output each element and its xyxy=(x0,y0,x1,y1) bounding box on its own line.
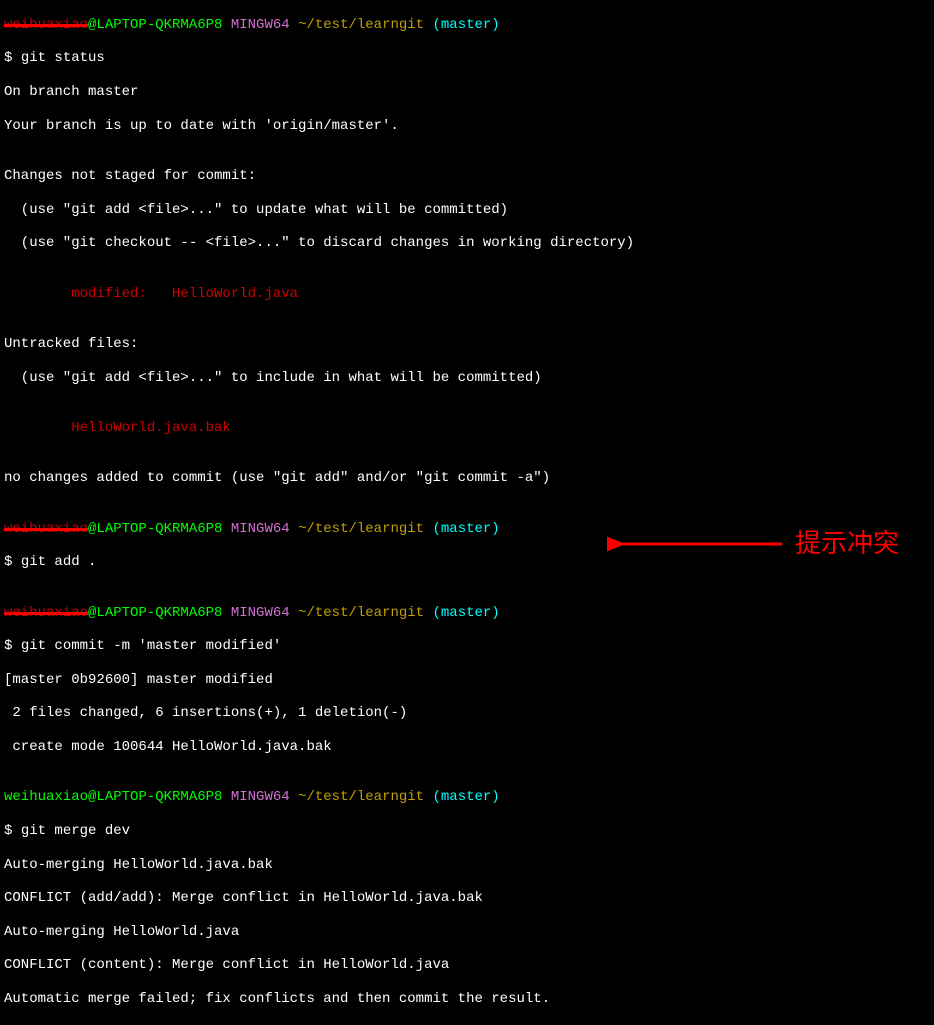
output-line: no changes added to commit (use "git add… xyxy=(4,470,930,487)
cwd-path: ~/test/learngit xyxy=(298,17,424,33)
prompt-symbol: $ xyxy=(4,823,21,839)
command-text: git status xyxy=(21,50,105,66)
username-redacted: weihuaxiao xyxy=(4,521,88,537)
git-branch: (master) xyxy=(433,521,500,537)
prompt-line: weihuaxiao@LAPTOP-QKRMA6P8 MINGW64 ~/tes… xyxy=(4,605,930,622)
prompt-symbol: $ xyxy=(4,554,21,570)
untracked-file: HelloWorld.java.bak xyxy=(4,420,930,437)
output-line: Auto-merging HelloWorld.java xyxy=(4,924,930,941)
cwd-path: ~/test/learngit xyxy=(298,789,424,805)
command-line: $ git merge dev xyxy=(4,823,930,840)
git-branch: (master) xyxy=(433,605,500,621)
hostname: @LAPTOP-QKRMA6P8 xyxy=(88,605,222,621)
hostname: @LAPTOP-QKRMA6P8 xyxy=(88,789,222,805)
output-line: create mode 100644 HelloWorld.java.bak xyxy=(4,739,930,756)
git-branch: (master) xyxy=(433,789,500,805)
username-redacted: weihuaxiao xyxy=(4,17,88,33)
annotation-callout: 提示冲突 xyxy=(607,528,899,559)
command-text: git add . xyxy=(21,554,97,570)
command-text: git merge dev xyxy=(21,823,130,839)
output-line: On branch master xyxy=(4,84,930,101)
output-line: Untracked files: xyxy=(4,336,930,353)
username-redacted: weihuaxiao xyxy=(4,605,88,621)
output-line: Changes not staged for commit: xyxy=(4,168,930,185)
output-line: CONFLICT (add/add): Merge conflict in He… xyxy=(4,890,930,907)
cwd-path: ~/test/learngit xyxy=(298,605,424,621)
prompt-symbol: $ xyxy=(4,638,21,654)
output-line: Your branch is up to date with 'origin/m… xyxy=(4,118,930,135)
username: weihuaxiao xyxy=(4,789,88,805)
command-line: $ git commit -m 'master modified' xyxy=(4,638,930,655)
modified-file: modified: HelloWorld.java xyxy=(4,286,930,303)
command-text: git commit -m 'master modified' xyxy=(21,638,281,654)
output-line: (use "git add <file>..." to update what … xyxy=(4,202,930,219)
output-line: [master 0b92600] master modified xyxy=(4,672,930,689)
command-line: $ git status xyxy=(4,50,930,67)
terminal[interactable]: weihuaxiao@LAPTOP-QKRMA6P8 MINGW64 ~/tes… xyxy=(0,0,934,1025)
shell-env: MINGW64 xyxy=(231,521,290,537)
prompt-line: weihuaxiao@LAPTOP-QKRMA6P8 MINGW64 ~/tes… xyxy=(4,17,930,34)
shell-env: MINGW64 xyxy=(231,17,290,33)
git-branch: (master) xyxy=(433,17,500,33)
shell-env: MINGW64 xyxy=(231,789,290,805)
output-line: (use "git checkout -- <file>..." to disc… xyxy=(4,235,930,252)
annotation-text: 提示冲突 xyxy=(795,528,899,559)
shell-env: MINGW64 xyxy=(231,605,290,621)
prompt-line: weihuaxiao@LAPTOP-QKRMA6P8 MINGW64 ~/tes… xyxy=(4,789,930,806)
cwd-path: ~/test/learngit xyxy=(298,521,424,537)
hostname: @LAPTOP-QKRMA6P8 xyxy=(88,17,222,33)
output-line: (use "git add <file>..." to include in w… xyxy=(4,370,930,387)
output-line: Auto-merging HelloWorld.java.bak xyxy=(4,857,930,874)
arrow-icon xyxy=(607,529,787,559)
prompt-symbol: $ xyxy=(4,50,21,66)
output-line: CONFLICT (content): Merge conflict in He… xyxy=(4,957,930,974)
output-line: Automatic merge failed; fix conflicts an… xyxy=(4,991,930,1008)
output-line: 2 files changed, 6 insertions(+), 1 dele… xyxy=(4,705,930,722)
hostname: @LAPTOP-QKRMA6P8 xyxy=(88,521,222,537)
